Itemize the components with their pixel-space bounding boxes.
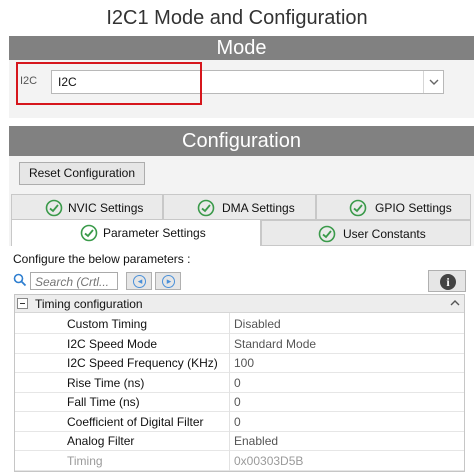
parameter-name: Rise Time (ns)	[67, 376, 145, 390]
check-circle-icon	[45, 199, 63, 217]
parameter-value[interactable]: Disabled	[234, 317, 281, 331]
table-row[interactable]: Fall Time (ns) 0	[15, 392, 464, 412]
chevron-left-icon: ◂	[137, 276, 143, 286]
tab-label: Parameter Settings	[103, 226, 206, 240]
tab-label: User Constants	[343, 227, 426, 241]
table-row: Timing 0x00303D5B	[15, 451, 464, 471]
mode-section-header: Mode	[9, 36, 474, 60]
tab-label: GPIO Settings	[375, 201, 452, 215]
check-circle-icon	[318, 225, 336, 243]
check-circle-icon	[197, 199, 215, 217]
search-input[interactable]	[31, 274, 115, 290]
parameter-name: Timing	[67, 454, 103, 468]
parameter-name: I2C Speed Frequency (KHz)	[67, 356, 218, 370]
highlight-annotation	[16, 62, 202, 105]
parameter-value: 0x00303D5B	[234, 454, 304, 468]
tab-user-constants[interactable]: User Constants	[261, 220, 471, 246]
parameter-value[interactable]: 0	[234, 376, 241, 390]
table-row[interactable]: I2C Speed Frequency (KHz) 100	[15, 353, 464, 373]
parameter-name: Coefficient of Digital Filter	[67, 415, 204, 429]
table-row[interactable]: Analog Filter Enabled	[15, 431, 464, 451]
check-circle-icon	[349, 199, 367, 217]
tab-label: DMA Settings	[222, 201, 295, 215]
group-row-timing[interactable]: Timing configuration	[15, 295, 464, 313]
parameter-value[interactable]: 100	[234, 356, 254, 370]
table-row[interactable]: Custom Timing Disabled	[15, 314, 464, 334]
search-previous-button[interactable]: ◂	[126, 272, 152, 290]
chevron-up-icon[interactable]	[448, 296, 462, 310]
group-label: Timing configuration	[35, 297, 143, 311]
parameter-value[interactable]: 0	[234, 415, 241, 429]
tab-label: NVIC Settings	[68, 201, 144, 215]
parameter-value[interactable]: Standard Mode	[234, 337, 316, 351]
tab-dma-settings[interactable]: DMA Settings	[163, 194, 316, 220]
tab-gpio-settings[interactable]: GPIO Settings	[316, 194, 471, 220]
info-icon: i	[440, 274, 456, 290]
chevron-down-icon[interactable]	[423, 71, 443, 93]
tab-parameter-settings[interactable]: Parameter Settings	[11, 219, 261, 246]
tab-nvic-settings[interactable]: NVIC Settings	[11, 194, 163, 220]
column-divider	[229, 313, 230, 471]
table-row[interactable]: Coefficient of Digital Filter 0	[15, 412, 464, 432]
window-title: I2C1 Mode and Configuration	[106, 7, 368, 29]
search-icon	[13, 273, 27, 287]
search-next-button[interactable]: ▸	[155, 272, 181, 290]
collapse-icon[interactable]	[17, 298, 28, 309]
parameter-name: Analog Filter	[67, 434, 135, 448]
parameter-name: Custom Timing	[67, 317, 148, 331]
info-button[interactable]: i	[428, 270, 466, 292]
parameter-name: I2C Speed Mode	[67, 337, 158, 351]
reset-configuration-button[interactable]: Reset Configuration	[19, 162, 145, 185]
parameters-caption: Configure the below parameters :	[13, 252, 191, 266]
table-row[interactable]: I2C Speed Mode Standard Mode	[15, 334, 464, 354]
configuration-section-header: Configuration	[9, 126, 474, 156]
parameter-value[interactable]: Enabled	[234, 434, 278, 448]
parameter-value[interactable]: 0	[234, 395, 241, 409]
table-row[interactable]: Rise Time (ns) 0	[15, 373, 464, 393]
check-circle-icon	[80, 224, 98, 242]
search-box[interactable]	[30, 272, 118, 290]
parameters-table: Timing configuration Custom Timing Disab…	[14, 294, 465, 472]
parameter-name: Fall Time (ns)	[67, 395, 140, 409]
chevron-right-icon: ▸	[166, 276, 172, 286]
